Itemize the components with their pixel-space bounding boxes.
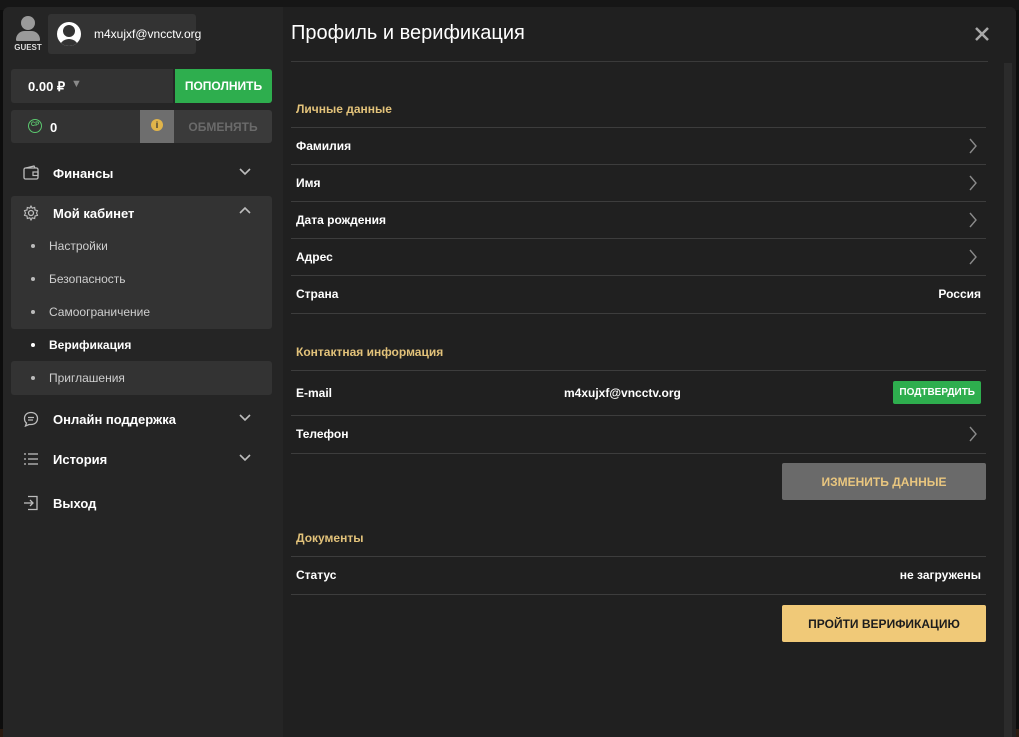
chevron-right-icon <box>969 212 977 228</box>
balance-selector[interactable]: 0.00 ₽ ▼ <box>11 69 173 103</box>
row-country: Страна Россия <box>291 275 986 314</box>
cp-coin-icon: CP <box>28 119 42 133</box>
change-data-button[interactable]: ИЗМЕНИТЬ ДАННЫЕ <box>782 463 986 500</box>
row-label: E-mail <box>296 386 333 400</box>
row-label: Фамилия <box>296 139 352 153</box>
cp-info-button[interactable]: i <box>140 110 174 143</box>
avatar-head <box>63 25 75 37</box>
row-label: Дата рождения <box>296 213 387 227</box>
bullet <box>31 277 35 281</box>
chat-icon <box>23 411 39 427</box>
bullet <box>31 244 35 248</box>
chevron-down-icon: ▼ <box>71 78 82 90</box>
exchange-button[interactable]: ОБМЕНЯТЬ <box>174 110 272 143</box>
row-label: Статус <box>296 568 337 582</box>
nav-finance-label: Финансы <box>53 166 114 181</box>
chevron-down-icon <box>239 168 251 176</box>
chevron-up-icon <box>239 206 251 214</box>
bullet <box>31 310 35 314</box>
avatar <box>57 22 81 46</box>
title-divider <box>291 61 988 62</box>
row-surname[interactable]: Фамилия <box>291 127 986 165</box>
nav-my-cabinet-label: Мой кабинет <box>53 206 135 221</box>
email-value: m4xujxf@vncctv.org <box>564 386 681 400</box>
row-phone[interactable]: Телефон <box>291 415 986 454</box>
sidebar-item-security[interactable]: Безопасность <box>11 262 272 295</box>
bullet <box>31 376 35 380</box>
sidebar-item-invitations[interactable]: Приглашения <box>11 361 272 395</box>
close-icon[interactable] <box>973 25 991 43</box>
cp-value: 0 <box>50 120 58 135</box>
verify-button[interactable]: ПРОЙТИ ВЕРИФИКАЦИЮ <box>782 605 986 642</box>
sidebar-item-label: Безопасность <box>49 272 126 286</box>
nav-history-label: История <box>53 452 108 467</box>
chevron-right-icon <box>969 175 977 191</box>
sidebar-item-label: Настройки <box>49 239 108 253</box>
sidebar-item-label: Самоограничение <box>49 305 151 319</box>
balance-amount: 0.00 ₽ <box>28 79 66 94</box>
nav-online-support[interactable]: Онлайн поддержка <box>11 401 272 437</box>
row-birth-date[interactable]: Дата рождения <box>291 201 986 239</box>
list-icon <box>24 453 38 465</box>
section-documents: Документы <box>296 531 364 545</box>
chevron-down-icon <box>239 414 251 422</box>
bullet <box>31 343 35 347</box>
chevron-down-icon <box>239 454 251 462</box>
row-status: Статус не загружены <box>291 556 986 595</box>
row-label: Адрес <box>296 250 333 264</box>
nav-my-cabinet[interactable]: Мой кабинет <box>11 195 272 231</box>
status-value: не загружены <box>899 568 981 582</box>
logout-icon <box>24 495 38 511</box>
sidebar-item-verification[interactable]: Верификация <box>11 328 272 361</box>
confirm-email-button[interactable]: ПОДТВЕРДИТЬ <box>893 381 981 404</box>
row-name[interactable]: Имя <box>291 164 986 202</box>
row-label: Имя <box>296 176 321 190</box>
chevron-right-icon <box>969 249 977 265</box>
guest-badge: GUEST <box>12 15 44 55</box>
nav-logout-label: Выход <box>53 496 97 511</box>
user-email: m4xujxf@vncctv.org <box>94 27 202 41</box>
cp-balance: CP 0 <box>11 110 140 143</box>
guest-label: GUEST <box>14 43 42 52</box>
country-value: Россия <box>938 287 981 301</box>
guest-avatar-body <box>16 31 40 41</box>
avatar-body <box>59 39 79 46</box>
profile-modal: GUEST m4xujxf@vncctv.org 0.00 ₽ ▼ ПОПОЛН… <box>3 7 1016 737</box>
row-address[interactable]: Адрес <box>291 238 986 276</box>
page-title: Профиль и верификация <box>291 22 525 44</box>
sidebar-item-label: Верификация <box>49 338 132 352</box>
chevron-right-icon <box>969 426 977 442</box>
row-label: Страна <box>296 287 339 301</box>
scrollbar[interactable] <box>1004 63 1012 737</box>
chevron-right-icon <box>969 138 977 154</box>
nav-history[interactable]: История <box>11 441 272 477</box>
section-contact-info: Контактная информация <box>296 345 444 359</box>
sidebar-item-self-exclusion[interactable]: Самоограничение <box>11 295 272 328</box>
info-icon: i <box>151 119 163 131</box>
nav-finance[interactable]: Финансы <box>11 155 272 191</box>
nav-support-label: Онлайн поддержка <box>53 412 176 427</box>
row-label: Телефон <box>296 427 349 441</box>
user-card[interactable]: m4xujxf@vncctv.org <box>48 14 201 54</box>
row-email: E-mail m4xujxf@vncctv.org ПОДТВЕРДИТЬ <box>291 370 986 415</box>
nav-logout[interactable]: Выход <box>11 485 272 521</box>
sidebar: GUEST m4xujxf@vncctv.org 0.00 ₽ ▼ ПОПОЛН… <box>3 7 283 737</box>
sidebar-item-settings[interactable]: Настройки <box>11 229 272 262</box>
guest-avatar-icon <box>21 16 35 30</box>
wallet-icon <box>23 165 39 180</box>
main-content: Профиль и верификация Личные данные Фами… <box>283 7 1016 737</box>
gear-icon <box>23 205 39 221</box>
deposit-button[interactable]: ПОПОЛНИТЬ <box>175 69 272 103</box>
sidebar-item-label: Приглашения <box>49 371 125 385</box>
section-personal-data: Личные данные <box>296 102 392 116</box>
